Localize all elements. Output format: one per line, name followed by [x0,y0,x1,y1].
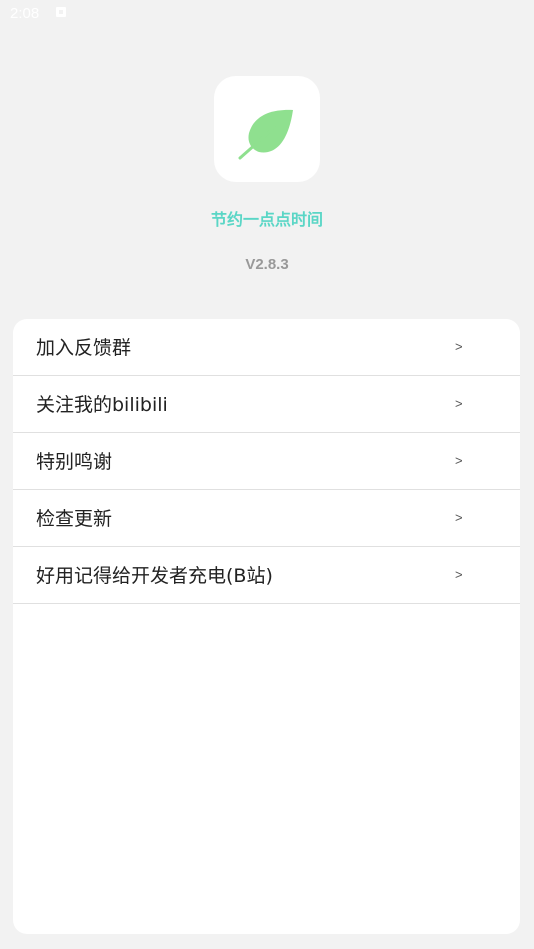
app-logo [214,76,320,182]
menu-item-label: 好用记得给开发者充电(B站) [36,565,273,587]
menu-item-label: 特别鸣谢 [36,451,113,473]
menu-item-label: 加入反馈群 [36,337,132,359]
notification-icon [56,7,66,17]
chevron-right-icon: > [455,339,463,354]
menu-item-follow-bilibili[interactable]: 关注我的bilibili > [13,376,520,433]
app-slogan: 节约一点点时间 [210,210,323,229]
chevron-right-icon: > [455,567,463,582]
menu-item-charge-developer[interactable]: 好用记得给开发者充电(B站) > [13,547,520,604]
chevron-right-icon: > [455,510,463,525]
menu-item-label: 关注我的bilibili [36,394,168,416]
status-time: 2:08 [10,5,40,22]
app-version: V2.8.3 [245,256,289,273]
chevron-right-icon: > [455,396,463,411]
menu-item-label: 检查更新 [36,508,113,530]
menu-item-join-feedback-group[interactable]: 加入反馈群 > [13,319,520,376]
menu-item-check-update[interactable]: 检查更新 > [13,490,520,547]
status-bar: 2:08 [0,0,534,28]
chevron-right-icon: > [455,453,463,468]
leaf-icon [238,109,293,160]
menu-item-special-thanks[interactable]: 特别鸣谢 > [13,433,520,490]
menu-card: 加入反馈群 > 关注我的bilibili > 特别鸣谢 > 检查更新 > 好用记… [13,319,520,934]
